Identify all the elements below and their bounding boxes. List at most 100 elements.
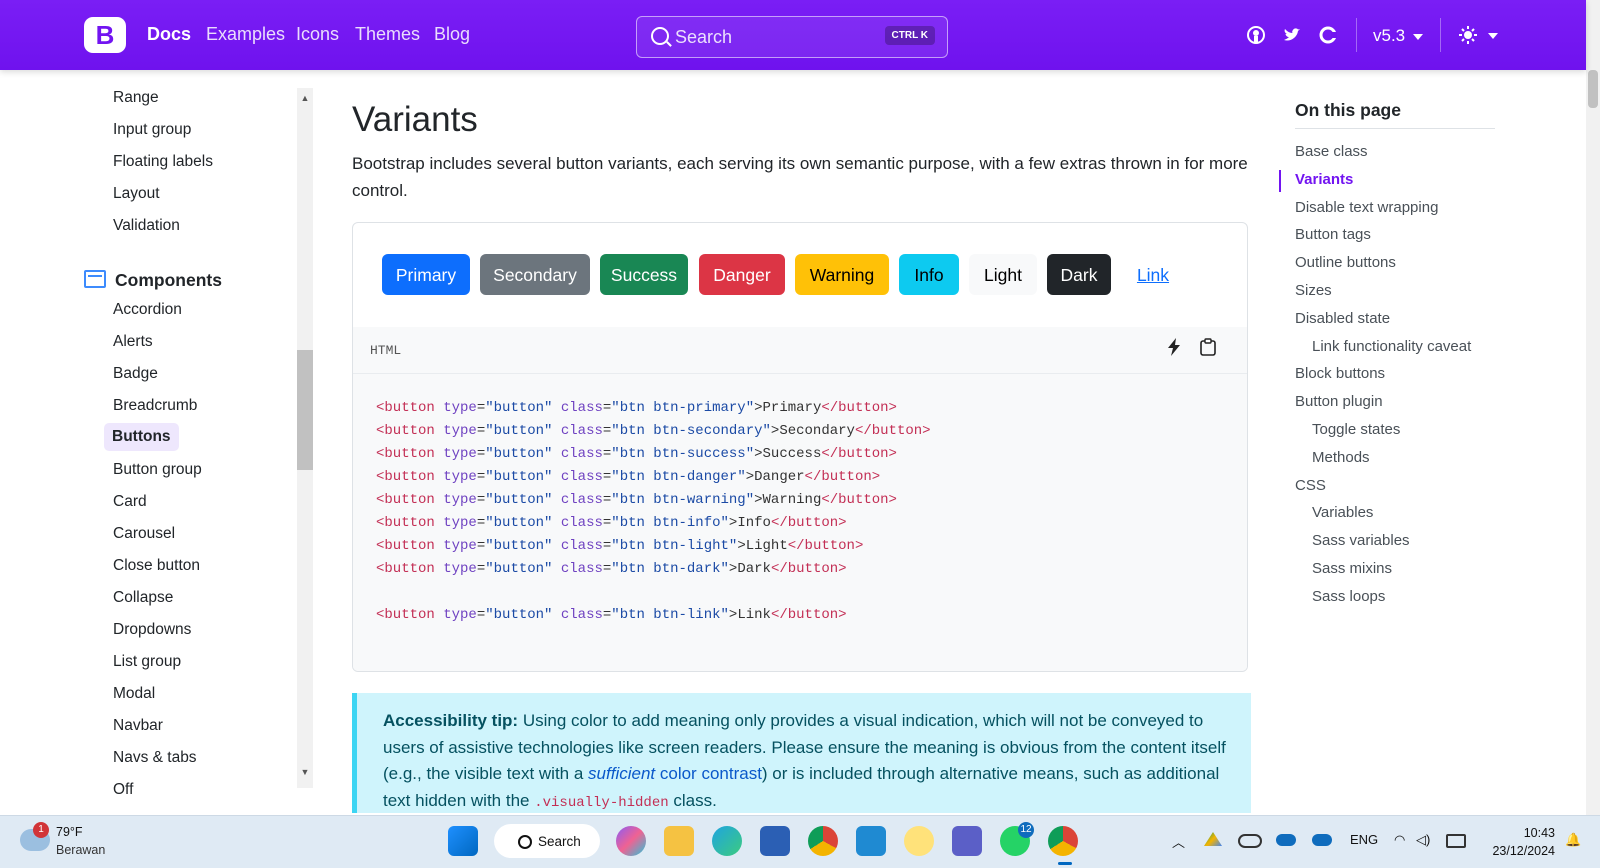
sidebar-item-layout[interactable]: Layout <box>113 185 160 203</box>
sidebar-item-input-group[interactable]: Input group <box>113 121 191 139</box>
sidebar-item-modal[interactable]: Modal <box>113 685 155 703</box>
sidebar-item-navs-tabs[interactable]: Navs & tabs <box>113 749 197 767</box>
scroll-down-icon[interactable]: ▼ <box>297 764 313 780</box>
sidebar-item-alerts[interactable]: Alerts <box>113 333 153 351</box>
sidebar-item-breadcrumb[interactable]: Breadcrumb <box>113 397 197 415</box>
active-app-indicator <box>1058 862 1072 865</box>
toc-item[interactable]: Methods <box>1312 449 1370 466</box>
toc-item[interactable]: Variables <box>1312 504 1373 521</box>
toc-item[interactable]: Base class <box>1295 143 1368 160</box>
store-icon[interactable] <box>760 826 790 856</box>
weather-temperature[interactable]: 79°F <box>56 825 83 839</box>
code-language-label: HTML <box>370 343 402 358</box>
toc-item[interactable]: Button tags <box>1295 226 1371 243</box>
opencollective-icon[interactable] <box>1318 25 1338 45</box>
sidebar-item-card[interactable]: Card <box>113 493 147 511</box>
chevron-up-icon[interactable]: ︿ <box>1172 832 1185 851</box>
taskbar-search[interactable]: Search <box>494 824 600 858</box>
toc-item[interactable]: Variants <box>1295 171 1353 188</box>
sidebar-item-offcanvas[interactable]: Off <box>113 781 133 799</box>
sidebar-item-range[interactable]: Range <box>113 89 159 107</box>
dark-button[interactable]: Dark <box>1047 254 1111 295</box>
toc-item[interactable]: Button plugin <box>1295 393 1383 410</box>
nav-blog[interactable]: Blog <box>434 24 470 45</box>
sidebar-item-floating-labels[interactable]: Floating labels <box>113 153 213 171</box>
sidebar-item-carousel[interactable]: Carousel <box>113 525 175 543</box>
sidebar-item-buttons[interactable]: Buttons <box>104 423 179 451</box>
page-scrollbar-track[interactable] <box>1586 0 1600 815</box>
battery-icon[interactable] <box>1446 834 1466 848</box>
light-button[interactable]: Light <box>969 254 1037 295</box>
bootstrap-logo[interactable]: B <box>84 17 126 53</box>
nav-docs[interactable]: Docs <box>147 24 191 45</box>
toc-item[interactable]: Outline buttons <box>1295 254 1396 271</box>
warning-button[interactable]: Warning <box>795 254 889 295</box>
toc-item[interactable]: Block buttons <box>1295 365 1385 382</box>
twitter-icon[interactable] <box>1282 25 1302 45</box>
vscode-icon[interactable] <box>856 826 886 856</box>
code-line: <button type="button" class="btn btn-pri… <box>376 400 897 416</box>
nav-themes[interactable]: Themes <box>355 24 420 45</box>
copy-icon[interactable] <box>1197 338 1219 360</box>
chrome-icon[interactable] <box>808 826 838 856</box>
toc-item[interactable]: Sass loops <box>1312 588 1385 605</box>
wifi-icon[interactable]: ◠ <box>1394 832 1405 848</box>
onedrive-icon[interactable] <box>1238 834 1262 848</box>
toc-item[interactable]: Disable text wrapping <box>1295 199 1438 216</box>
toc-item[interactable]: Sass mixins <box>1312 560 1392 577</box>
volume-icon[interactable]: ◁) <box>1416 832 1430 848</box>
edge-icon[interactable] <box>712 826 742 856</box>
sidebar-scrollbar-thumb[interactable] <box>297 350 313 470</box>
nav-icons[interactable]: Icons <box>296 24 339 45</box>
color-contrast-link[interactable]: color contrast <box>660 764 762 783</box>
toc-item[interactable]: Disabled state <box>1295 310 1390 327</box>
scroll-up-icon[interactable]: ▲ <box>297 90 313 106</box>
notification-bell-icon[interactable]: 🔔 <box>1565 832 1581 848</box>
toc-item[interactable]: Link functionality caveat <box>1312 338 1471 355</box>
sidebar-item-list-group[interactable]: List group <box>113 653 181 671</box>
nav-examples[interactable]: Examples <box>206 24 285 45</box>
toc-item[interactable]: Sass variables <box>1312 532 1410 549</box>
sidebar-item-validation[interactable]: Validation <box>113 217 180 235</box>
section-title: Components <box>115 270 222 290</box>
chevron-down-icon <box>1413 33 1424 40</box>
theme-toggle[interactable] <box>1458 25 1478 45</box>
teams-icon[interactable] <box>952 826 982 856</box>
primary-button[interactable]: Primary <box>382 254 470 295</box>
github-icon[interactable] <box>1246 25 1266 45</box>
sidebar-item-button-group[interactable]: Button group <box>113 461 202 479</box>
notes-app-icon[interactable] <box>904 826 934 856</box>
onedrive-blue-icon[interactable] <box>1276 834 1296 846</box>
success-button[interactable]: Success <box>600 254 688 295</box>
clock-date: 23/12/2024 <box>1492 844 1555 858</box>
sidebar-item-badge[interactable]: Badge <box>113 365 158 383</box>
link-button[interactable]: Link <box>1125 254 1181 295</box>
taskbar-search-label: Search <box>538 834 581 849</box>
sidebar-item-dropdowns[interactable]: Dropdowns <box>113 621 191 639</box>
copilot-icon[interactable] <box>616 826 646 856</box>
onedrive-work-icon[interactable] <box>1312 834 1332 846</box>
taskbar-clock[interactable]: 10:43 23/12/2024 <box>1485 824 1555 860</box>
stackblitz-icon[interactable] <box>1163 338 1185 360</box>
sidebar-item-accordion[interactable]: Accordion <box>113 301 182 319</box>
toc-item[interactable]: Toggle states <box>1312 421 1400 438</box>
code-line: <button type="button" class="btn btn-lin… <box>376 607 847 623</box>
info-button[interactable]: Info <box>899 254 959 295</box>
toc-item[interactable]: Sizes <box>1295 282 1332 299</box>
version-dropdown[interactable]: v5.3 <box>1373 26 1424 46</box>
sufficient-link[interactable]: sufficient <box>588 764 655 783</box>
language-indicator[interactable]: ENG <box>1350 832 1378 847</box>
sidebar-item-collapse[interactable]: Collapse <box>113 589 173 607</box>
danger-button[interactable]: Danger <box>699 254 785 295</box>
file-explorer-icon[interactable] <box>664 826 694 856</box>
secondary-button[interactable]: Secondary <box>480 254 590 295</box>
sidebar-item-navbar[interactable]: Navbar <box>113 717 163 735</box>
chrome-profile-icon[interactable] <box>1048 826 1078 856</box>
google-drive-icon[interactable] <box>1204 832 1222 846</box>
sidebar-item-close-button[interactable]: Close button <box>113 557 200 575</box>
toc-item[interactable]: CSS <box>1295 477 1326 494</box>
windows-start-icon[interactable] <box>448 826 478 856</box>
docs-search-button[interactable]: Search CTRL K <box>636 16 948 58</box>
weather-description[interactable]: Berawan <box>56 843 105 857</box>
page-scrollbar-thumb[interactable] <box>1588 70 1598 108</box>
